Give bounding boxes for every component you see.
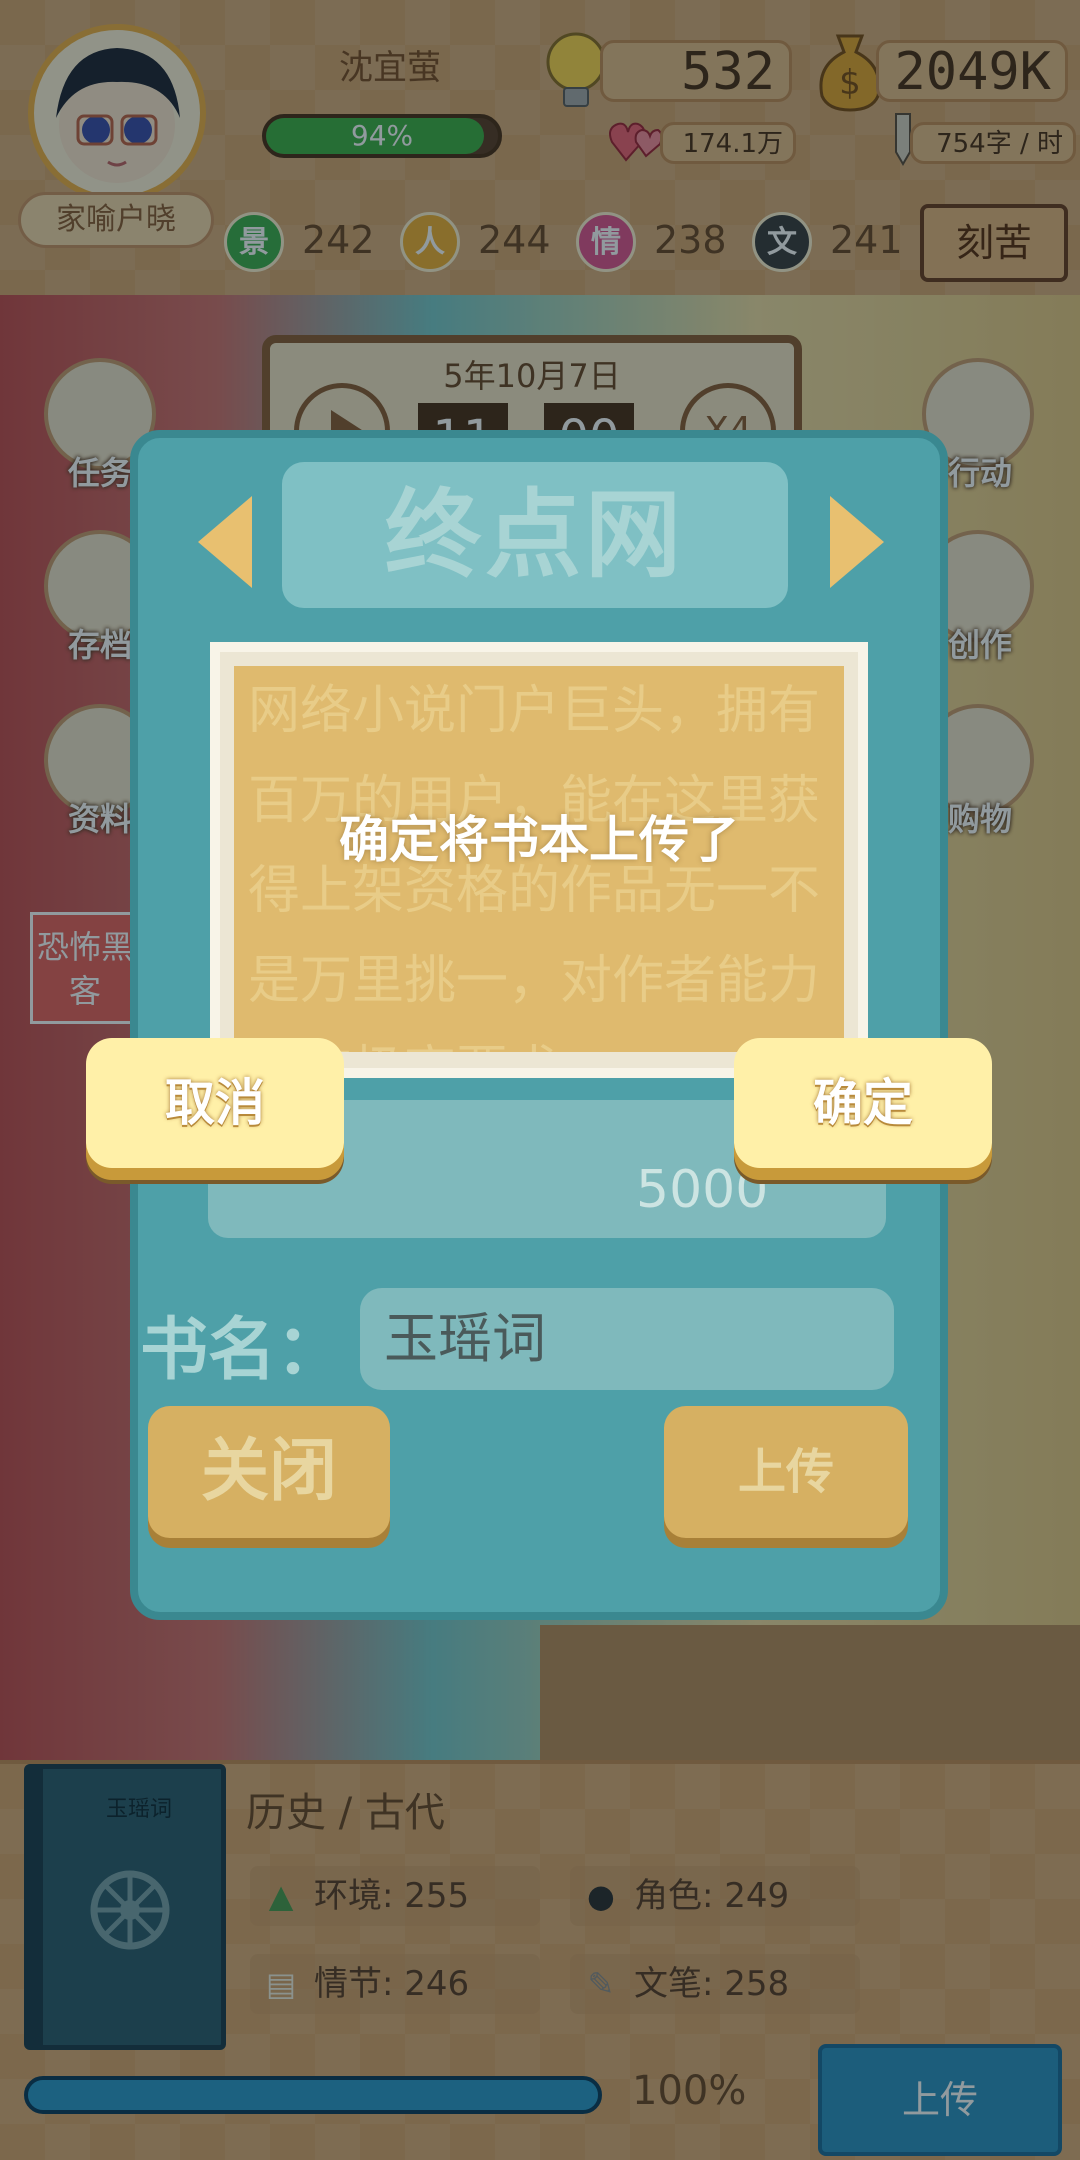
upload-button[interactable]: 上传 [664,1406,908,1538]
requirement-number: 5000 [636,1160,769,1220]
site-title: 终点网 [282,462,788,608]
confirm-message: 确定将书本上传了 [339,811,739,869]
cancel-button[interactable]: 取消 [86,1038,344,1168]
book-name-label: 书名： [140,1311,345,1390]
next-site-arrow[interactable] [830,496,884,588]
close-button[interactable]: 关闭 [148,1406,390,1538]
confirm-button[interactable]: 确定 [734,1038,992,1168]
book-name-input[interactable]: 玉瑶词 [360,1288,894,1390]
prev-site-arrow[interactable] [198,496,252,588]
